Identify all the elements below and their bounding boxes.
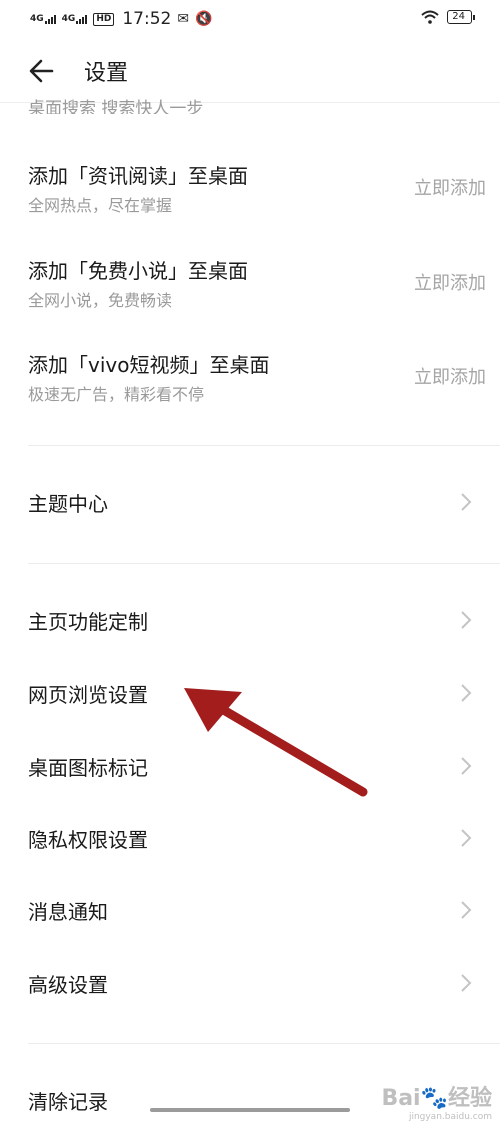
chevron-right-icon	[461, 493, 472, 511]
menu-label: 清除记录	[28, 1090, 108, 1114]
chevron-right-icon	[461, 757, 472, 775]
chevron-right-icon	[461, 974, 472, 992]
page-title: 设置	[84, 61, 129, 86]
mute-icon: 🔇	[195, 11, 213, 27]
cellular-signal-icon-2: 4G	[62, 14, 88, 24]
menu-label: 消息通知	[28, 900, 108, 924]
menu-label: 主页功能定制	[28, 610, 148, 634]
section-divider	[28, 1043, 500, 1044]
row-subtitle: 极速无广告，精彩看不停	[28, 385, 205, 404]
menu-label: 主题中心	[28, 492, 108, 516]
menu-item-notifications[interactable]: 消息通知	[0, 880, 500, 940]
add-free-novels-row: 添加「免费小说」至桌面 全网小说，免费畅读 立即添加	[0, 255, 500, 335]
back-button[interactable]	[24, 54, 64, 88]
row-subtitle: 全网热点，尽在掌握	[28, 196, 173, 215]
chevron-right-icon	[461, 829, 472, 847]
row-subtitle: 全网小说，免费畅读	[28, 291, 173, 310]
arrow-left-icon	[29, 59, 54, 83]
menu-label: 桌面图标标记	[28, 756, 148, 780]
row-title: 添加「vivo短视频」至桌面	[28, 353, 270, 377]
menu-label: 高级设置	[28, 973, 108, 997]
add-now-button[interactable]: 立即添加	[414, 269, 486, 295]
menu-item-homepage-customize[interactable]: 主页功能定制	[0, 590, 500, 650]
menu-item-advanced-settings[interactable]: 高级设置	[0, 953, 500, 1013]
home-indicator[interactable]	[150, 1108, 350, 1112]
row-title: 添加「免费小说」至桌面	[28, 259, 248, 283]
menu-label: 隐私权限设置	[28, 828, 148, 852]
add-now-button[interactable]: 立即添加	[414, 363, 486, 389]
add-vivo-shortvideo-row: 添加「vivo短视频」至桌面 极速无广告，精彩看不停 立即添加	[0, 349, 500, 429]
cellular-signal-icon: 4G	[30, 14, 56, 24]
section-divider	[28, 563, 500, 564]
clipped-setting-row: 桌面搜索 搜索快人一步	[28, 99, 204, 114]
chevron-right-icon	[461, 611, 472, 629]
chevron-right-icon	[461, 684, 472, 702]
status-time: 17:52	[122, 9, 172, 29]
add-news-reading-row: 添加「资讯阅读」至桌面 全网热点，尽在掌握 立即添加	[0, 160, 500, 240]
battery-icon: 24	[447, 10, 475, 24]
status-bar: 4G 4G HD 17:52 ✉ 🔇 24	[0, 0, 500, 40]
menu-item-web-browsing-settings[interactable]: 网页浏览设置	[0, 663, 500, 723]
watermark-logo: Bai🐾经验	[381, 1086, 492, 1111]
wifi-icon	[421, 10, 439, 24]
menu-item-theme-center[interactable]: 主题中心	[0, 472, 500, 532]
menu-item-privacy-permissions[interactable]: 隐私权限设置	[0, 808, 500, 868]
section-divider	[28, 445, 500, 446]
chevron-right-icon	[461, 901, 472, 919]
add-now-button[interactable]: 立即添加	[414, 174, 486, 200]
hd-voice-icon: HD	[93, 12, 115, 26]
row-title: 添加「资讯阅读」至桌面	[28, 164, 248, 188]
menu-label: 网页浏览设置	[28, 683, 148, 707]
watermark-url: jingyan.baidu.com	[408, 1112, 492, 1122]
notification-icon: ✉	[177, 11, 190, 27]
menu-item-desktop-icon-badge[interactable]: 桌面图标标记	[0, 736, 500, 796]
